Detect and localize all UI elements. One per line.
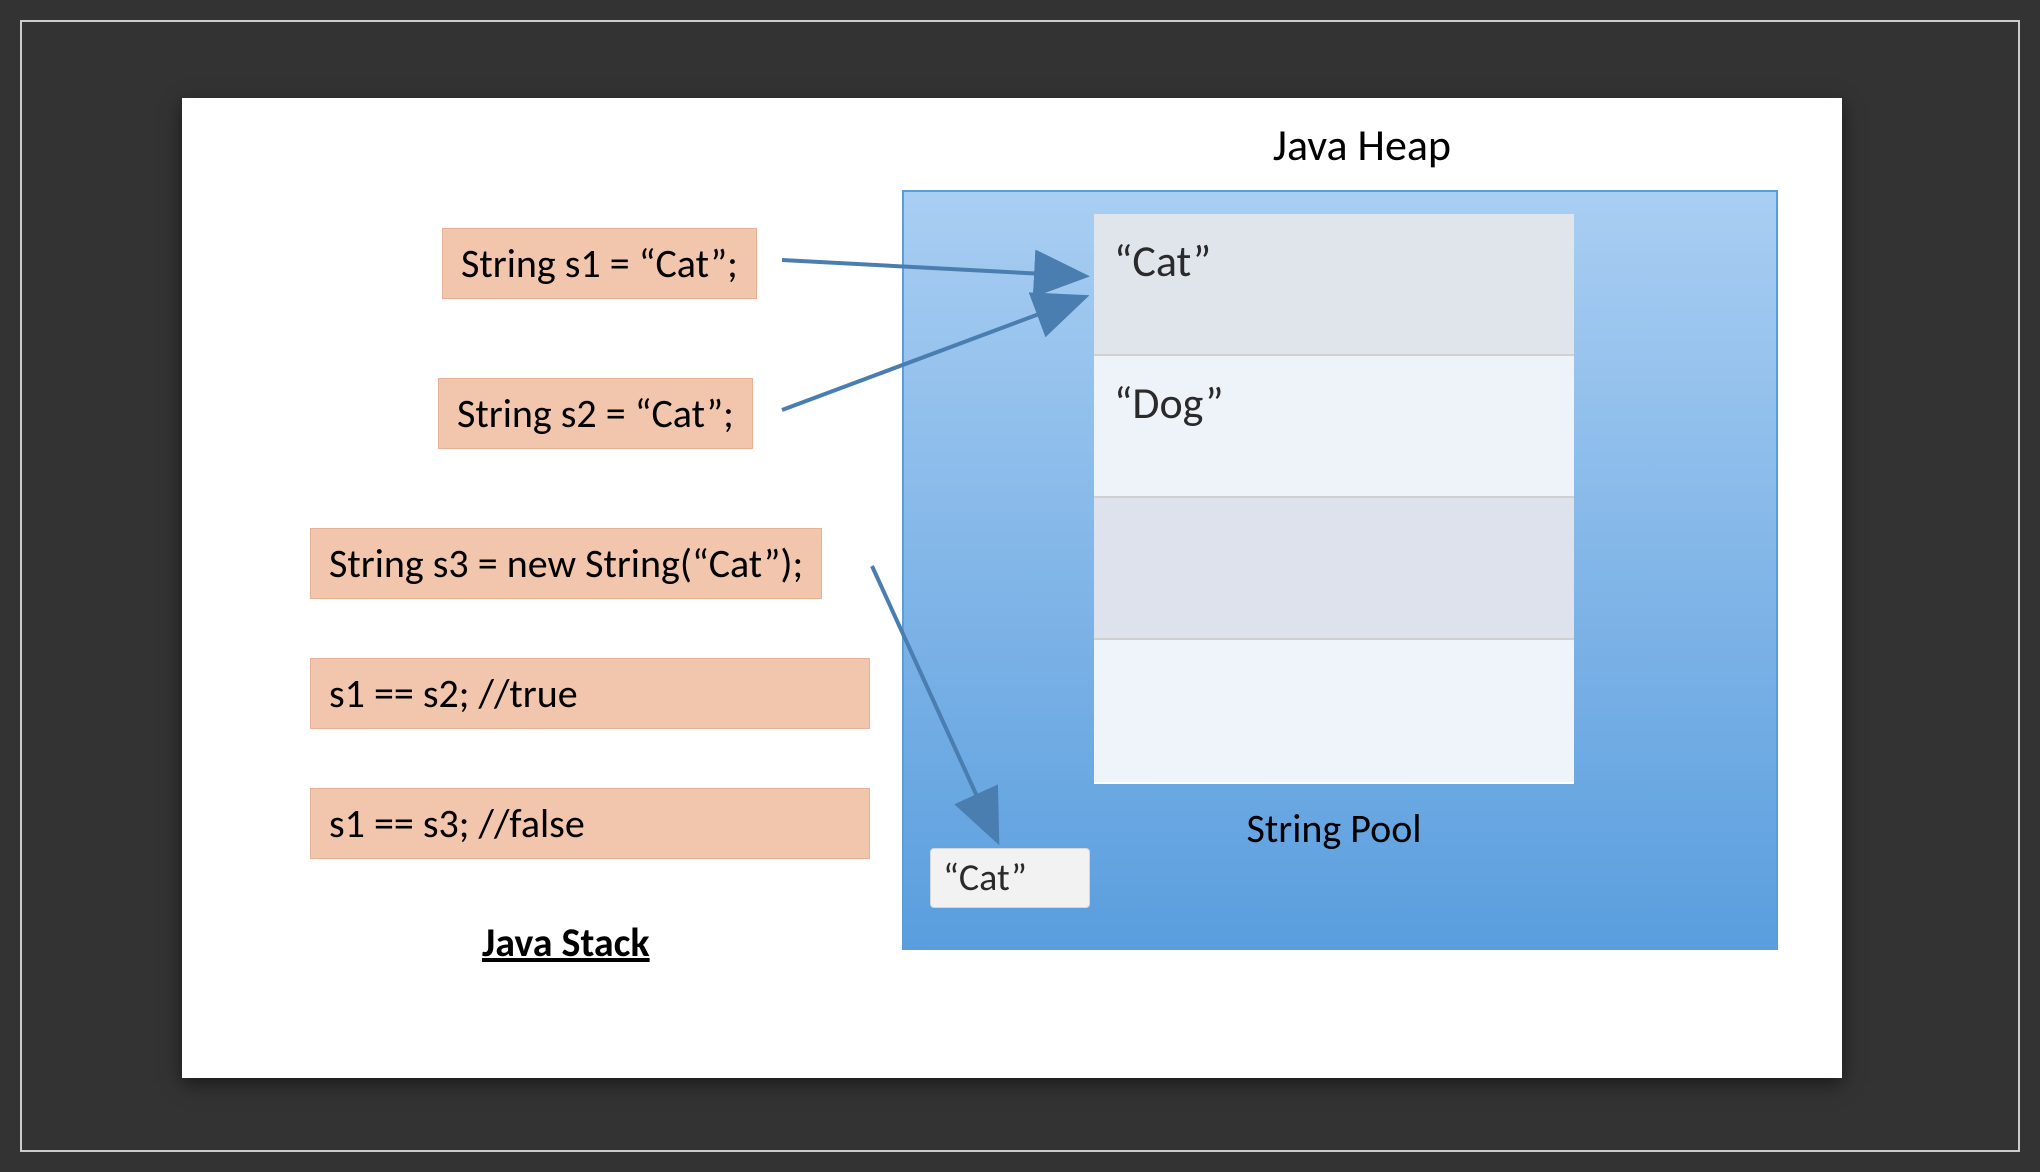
string-pool-label: String Pool <box>1094 804 1574 853</box>
code-cmp1: s1 == s2; //true <box>310 658 870 729</box>
heap-title: Java Heap <box>1162 118 1562 172</box>
string-pool: “Cat” “Dog” <box>1094 214 1574 784</box>
pool-row-1: “Dog” <box>1094 356 1574 498</box>
heap-object-cat: “Cat” <box>930 848 1090 908</box>
code-s2: String s2 = “Cat”; <box>438 378 753 449</box>
stack-label: Java Stack <box>482 918 650 967</box>
heap-box: “Cat” “Dog” String Pool “Cat” <box>902 190 1778 950</box>
code-s1: String s1 = “Cat”; <box>442 228 757 299</box>
pool-row-2 <box>1094 498 1574 640</box>
code-s3: String s3 = new String(“Cat”); <box>310 528 822 599</box>
pool-row-3 <box>1094 640 1574 782</box>
pool-row-0: “Cat” <box>1094 214 1574 356</box>
code-cmp2: s1 == s3; //false <box>310 788 870 859</box>
slide-canvas: Java Heap “Cat” “Dog” String Pool “Cat” … <box>182 98 1842 1078</box>
